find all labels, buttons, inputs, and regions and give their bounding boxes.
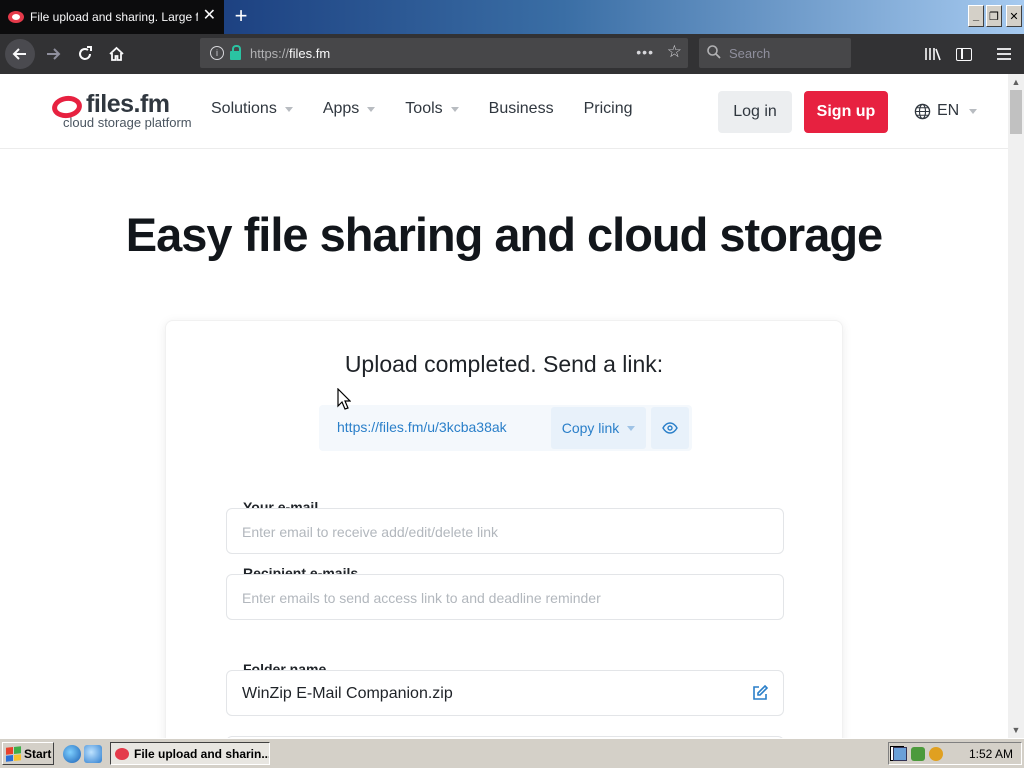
share-link-box: https://files.fm/u/3kcba38ak Copy link bbox=[319, 405, 692, 451]
network-icon[interactable] bbox=[893, 746, 907, 761]
minimize-button[interactable]: _ bbox=[968, 5, 984, 27]
tab-close-icon[interactable]: ✕ bbox=[203, 8, 216, 24]
nav-business-label: Business bbox=[488, 100, 554, 117]
reload-icon bbox=[79, 46, 92, 60]
lock-icon bbox=[230, 44, 241, 60]
tab-title: File upload and sharing. Large file bbox=[30, 10, 198, 24]
new-tab-button[interactable]: + bbox=[230, 4, 252, 28]
language-selector[interactable]: EN bbox=[914, 102, 978, 120]
arrow-left-icon bbox=[12, 48, 26, 60]
reload-button[interactable] bbox=[74, 34, 96, 74]
globe-icon bbox=[914, 103, 931, 119]
your-email-input[interactable] bbox=[242, 524, 742, 540]
copy-link-button[interactable]: Copy link bbox=[551, 407, 646, 449]
close-window-button[interactable]: ✕ bbox=[1006, 5, 1022, 27]
chevron-down-icon bbox=[969, 108, 978, 114]
info-icon[interactable]: i bbox=[210, 46, 224, 60]
logo-tagline: cloud storage platform bbox=[63, 115, 192, 130]
folder-name-field[interactable]: WinZip E-Mail Companion.zip bbox=[226, 670, 784, 716]
recipient-emails-field[interactable] bbox=[226, 574, 784, 620]
scrollbar-thumb[interactable] bbox=[1010, 90, 1022, 134]
chevron-down-icon bbox=[367, 106, 376, 112]
copy-link-label: Copy link bbox=[561, 420, 620, 436]
login-button[interactable]: Log in bbox=[718, 91, 792, 133]
hamburger-menu-icon[interactable] bbox=[996, 34, 1014, 74]
search-tray-icon[interactable] bbox=[929, 746, 943, 761]
nav-pricing[interactable]: Pricing bbox=[584, 100, 633, 118]
home-icon bbox=[108, 46, 124, 61]
hero-title: Easy file sharing and cloud storage bbox=[125, 208, 883, 261]
preview-button[interactable] bbox=[651, 407, 689, 449]
outlook-express-icon[interactable] bbox=[84, 745, 102, 763]
search-placeholder: Search bbox=[729, 45, 771, 61]
edit-icon[interactable] bbox=[751, 684, 769, 702]
taskbar-firefox-window[interactable]: File upload and sharin... bbox=[110, 742, 270, 765]
page-scrollbar[interactable]: ▲ ▼ bbox=[1008, 74, 1024, 738]
window-controls: _ ❐ ✕ bbox=[968, 5, 1022, 27]
url-protocol: https:// bbox=[250, 45, 290, 61]
home-button[interactable] bbox=[104, 34, 128, 74]
upload-complete-title: Upload completed. Send a link: bbox=[344, 351, 664, 377]
clock: 1:52 AM bbox=[968, 746, 1013, 761]
scroll-down-icon[interactable]: ▼ bbox=[1008, 722, 1024, 738]
signup-button[interactable]: Sign up bbox=[804, 91, 888, 133]
internet-explorer-icon[interactable] bbox=[63, 745, 81, 763]
scroll-up-icon[interactable]: ▲ bbox=[1008, 74, 1024, 90]
library-icon[interactable] bbox=[924, 34, 946, 74]
files-fm-logo[interactable]: files.fm cloud storage platform bbox=[50, 90, 192, 134]
browser-search-bar[interactable]: Search bbox=[699, 38, 851, 68]
recipient-emails-input[interactable] bbox=[242, 590, 742, 606]
browser-toolbar: i https://files.fm ••• ☆ Search bbox=[0, 34, 1024, 74]
start-button[interactable]: Start bbox=[2, 742, 54, 765]
taskbar: Start File upload and sharin... ? 1:52 A… bbox=[0, 738, 1024, 768]
start-label: Start bbox=[24, 746, 52, 761]
folder-name-value: WinZip E-Mail Companion.zip bbox=[242, 685, 453, 702]
nav-apps[interactable]: Apps bbox=[322, 100, 376, 118]
eye-icon bbox=[662, 422, 678, 434]
site-header: files.fm cloud storage platform Solution… bbox=[0, 74, 1008, 149]
address-bar[interactable]: i https://files.fm ••• ☆ bbox=[200, 38, 688, 68]
search-icon bbox=[707, 44, 721, 62]
files-fm-favicon-icon bbox=[8, 11, 24, 23]
restore-button[interactable]: ❐ bbox=[986, 5, 1002, 27]
nav-tools-label: Tools bbox=[405, 100, 443, 117]
nav-tools[interactable]: Tools bbox=[405, 100, 459, 118]
nav-apps-label: Apps bbox=[322, 100, 360, 117]
chevron-down-icon bbox=[284, 106, 293, 112]
nav-solutions[interactable]: Solutions bbox=[211, 100, 293, 118]
your-email-field[interactable] bbox=[226, 508, 784, 554]
chevron-down-icon bbox=[627, 425, 636, 431]
nav-solutions-label: Solutions bbox=[211, 100, 277, 117]
arrow-right-icon bbox=[47, 48, 61, 60]
forward-button[interactable] bbox=[42, 34, 64, 74]
main-nav: Solutions Apps Tools Business Pricing bbox=[211, 100, 662, 118]
security-icon[interactable] bbox=[911, 746, 925, 761]
browser-tab-bar: File upload and sharing. Large file ✕ + … bbox=[0, 0, 1024, 34]
language-label: EN bbox=[937, 102, 960, 119]
files-fm-favicon-icon bbox=[115, 747, 129, 760]
browser-tab-active[interactable]: File upload and sharing. Large file ✕ bbox=[0, 0, 224, 34]
nav-pricing-label: Pricing bbox=[583, 100, 633, 117]
page-actions-icon[interactable]: ••• bbox=[636, 44, 654, 60]
upload-card: Upload completed. Send a link: https://f… bbox=[165, 320, 843, 738]
system-tray: 1:52 AM bbox=[888, 742, 1022, 765]
taskbar-task-label: File upload and sharin... bbox=[134, 746, 270, 761]
share-link[interactable]: https://files.fm/u/3kcba38ak bbox=[337, 419, 507, 435]
sidebar-toggle-icon[interactable] bbox=[956, 34, 976, 74]
back-button[interactable] bbox=[5, 39, 35, 69]
mouse-cursor-icon bbox=[337, 388, 351, 410]
page-viewport: files.fm cloud storage platform Solution… bbox=[0, 74, 1008, 738]
bookmark-star-icon[interactable]: ☆ bbox=[667, 42, 682, 62]
windows-logo-icon bbox=[6, 745, 21, 762]
chevron-down-icon bbox=[450, 106, 459, 112]
nav-business[interactable]: Business bbox=[489, 100, 554, 118]
url-host: files.fm bbox=[289, 45, 331, 61]
